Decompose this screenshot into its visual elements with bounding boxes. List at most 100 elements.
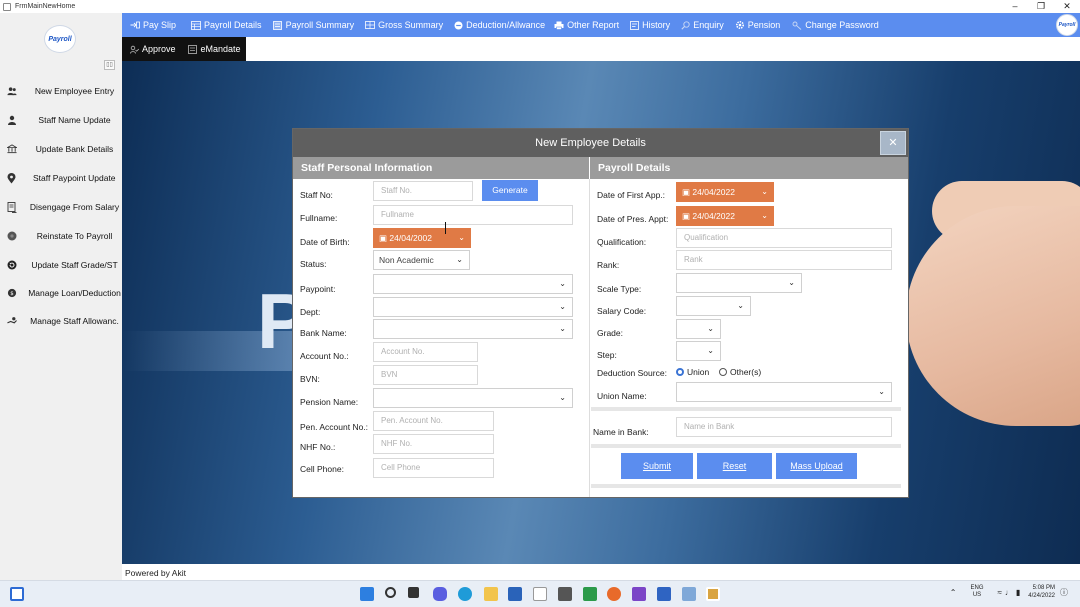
first-app-datepicker[interactable]: ▣ 24/04/2022 ⌄ bbox=[676, 182, 774, 202]
radio-union[interactable]: Union bbox=[676, 367, 709, 377]
menu-deduction-allowance[interactable]: Deduction/Allwance bbox=[453, 20, 545, 30]
staff-no-input[interactable]: Staff No. bbox=[373, 181, 473, 201]
widgets-icon[interactable] bbox=[10, 587, 24, 601]
menu-payroll-summary[interactable]: Payroll Summary bbox=[273, 20, 355, 30]
minimize-button[interactable]: – bbox=[1002, 0, 1028, 13]
menu-change-password[interactable]: Change Password bbox=[792, 20, 879, 30]
status-footer: Powered by Akit bbox=[122, 564, 1080, 580]
dob-datepicker[interactable]: ▣ 24/04/2002 ⌄ bbox=[373, 228, 471, 248]
submit-button[interactable]: Submit bbox=[621, 453, 693, 479]
name-in-bank-input[interactable]: Name in Bank bbox=[676, 417, 892, 437]
menu-history[interactable]: History bbox=[629, 20, 670, 30]
rank-input[interactable]: Rank bbox=[676, 250, 892, 270]
salary-code-select[interactable]: ⌄ bbox=[676, 296, 751, 316]
edge-icon[interactable] bbox=[458, 587, 472, 601]
notification-icon[interactable]: ⓘ bbox=[1060, 587, 1068, 598]
sidebar-item-label: Reinstate To Payroll bbox=[36, 231, 113, 241]
step-label: Step: bbox=[597, 350, 617, 360]
excel-icon[interactable] bbox=[583, 587, 597, 601]
account-no-input[interactable]: Account No. bbox=[373, 342, 478, 362]
menu-gross-summary[interactable]: Gross Summary bbox=[365, 20, 443, 30]
word-icon[interactable] bbox=[657, 587, 671, 601]
sidebar-item-staff-name-update[interactable]: Staff Name Update bbox=[0, 110, 122, 130]
sidebar-item-update-staff-grade[interactable]: Update Staff Grade/ST bbox=[0, 255, 122, 275]
separator bbox=[591, 407, 901, 411]
dept-select[interactable]: ⌄ bbox=[373, 297, 573, 317]
radio-others[interactable]: Other(s) bbox=[719, 367, 761, 377]
close-window-button[interactable]: ✕ bbox=[1054, 0, 1080, 13]
sidebar-item-label: Update Staff Grade/ST bbox=[31, 260, 118, 270]
sidebar-item-disengage-from-salary[interactable]: Disengage From Salary bbox=[0, 197, 122, 217]
maximize-button[interactable]: ❐ bbox=[1028, 0, 1054, 13]
grade-select[interactable]: ⌄ bbox=[676, 319, 721, 339]
firefox-icon[interactable] bbox=[607, 587, 621, 601]
clock-date: 4/24/2022 bbox=[1028, 593, 1055, 599]
fullname-input[interactable]: Fullname bbox=[373, 205, 573, 225]
status-select[interactable]: Non Academic ⌄ bbox=[373, 250, 470, 270]
reset-button[interactable]: Reset bbox=[697, 453, 772, 479]
scale-type-select[interactable]: ⌄ bbox=[676, 273, 802, 293]
sidebar-item-new-employee-entry[interactable]: New Employee Entry bbox=[0, 81, 122, 101]
chevron-down-icon: ⌄ bbox=[878, 387, 885, 396]
payroll-app-icon[interactable] bbox=[706, 587, 720, 601]
nhf-input[interactable]: NHF No. bbox=[373, 434, 494, 454]
menu-pay-slip[interactable]: Pay Slip bbox=[130, 20, 176, 30]
volume-icon[interactable]: ♩ bbox=[1005, 588, 1013, 597]
menu-approve[interactable]: Approve bbox=[129, 44, 176, 54]
step-select[interactable]: ⌄ bbox=[676, 341, 721, 361]
staff-no-label: Staff No: bbox=[300, 190, 333, 200]
visual-studio-icon[interactable] bbox=[632, 587, 646, 601]
sidebar-item-manage-loan-deduction[interactable]: $ Manage Loan/Deduction bbox=[0, 283, 122, 303]
qualification-input[interactable]: Qualification bbox=[676, 228, 892, 248]
sidebar-item-reinstate-to-payroll[interactable]: Reinstate To Payroll bbox=[0, 226, 122, 246]
mass-upload-button[interactable]: Mass Upload bbox=[776, 453, 857, 479]
radio-union-label: Union bbox=[687, 367, 710, 377]
menu-label: History bbox=[642, 20, 671, 30]
search-icon bbox=[680, 20, 690, 30]
menu-emandate[interactable]: eMandate bbox=[188, 44, 241, 54]
pension-name-select[interactable]: ⌄ bbox=[373, 388, 573, 408]
menu-enquiry[interactable]: Enquiry bbox=[680, 20, 724, 30]
union-name-select[interactable]: ⌄ bbox=[676, 382, 892, 402]
battery-icon[interactable]: ▮ bbox=[1016, 588, 1020, 597]
menu-payroll-details[interactable]: Payroll Details bbox=[191, 20, 262, 30]
menu-label: Payroll Summary bbox=[285, 20, 355, 30]
dialog-header: New Employee Details ✕ bbox=[293, 129, 908, 157]
cell-phone-label: Cell Phone: bbox=[300, 464, 344, 474]
sidebar-item-staff-paypoint-update[interactable]: Staff Paypoint Update bbox=[0, 168, 122, 188]
menu-pension[interactable]: Pension bbox=[735, 20, 780, 30]
section-payroll-details: Payroll Details bbox=[590, 157, 908, 179]
pres-appt-datepicker[interactable]: ▣ 24/04/2022 ⌄ bbox=[676, 206, 774, 226]
sidebar-collapse-button[interactable]: ▯▯ bbox=[104, 60, 115, 70]
menu-other-report[interactable]: Other Report bbox=[554, 20, 619, 30]
sidebar-item-update-bank-details[interactable]: Update Bank Details bbox=[0, 139, 122, 159]
task-view-icon[interactable] bbox=[408, 587, 419, 598]
start-icon[interactable] bbox=[360, 587, 374, 601]
bank-name-select[interactable]: ⌄ bbox=[373, 319, 573, 339]
amazon-icon[interactable] bbox=[533, 587, 547, 601]
pen-account-input[interactable]: Pen. Account No. bbox=[373, 411, 494, 431]
clock[interactable]: 5:08 PM 4/24/2022 bbox=[1028, 584, 1055, 600]
chat-icon[interactable] bbox=[433, 587, 447, 601]
cell-phone-input[interactable]: Cell Phone bbox=[373, 458, 494, 478]
language-indicator[interactable]: ENG US bbox=[970, 585, 983, 599]
sidebar-item-manage-staff-allowance[interactable]: Manage Staff Allowanc. bbox=[0, 311, 122, 331]
pres-appt-label: Date of Pres. Appt: bbox=[597, 214, 669, 224]
wifi-icon[interactable]: ≈ bbox=[998, 588, 1002, 597]
bvn-input[interactable]: BVN bbox=[373, 365, 478, 385]
paypoint-select[interactable]: ⌄ bbox=[373, 274, 573, 294]
sidebar-item-label: Disengage From Salary bbox=[29, 202, 120, 212]
dob-label: Date of Birth: bbox=[300, 237, 350, 247]
profile-avatar[interactable]: Payroll bbox=[1056, 14, 1078, 36]
mail-icon[interactable] bbox=[508, 587, 522, 601]
app-icon[interactable] bbox=[682, 587, 696, 601]
dialog-close-button[interactable]: ✕ bbox=[880, 131, 906, 155]
search-icon[interactable] bbox=[385, 587, 396, 598]
radio-indicator-selected bbox=[676, 368, 684, 376]
grade-label: Grade: bbox=[597, 328, 623, 338]
minus-circle-icon bbox=[453, 21, 463, 30]
chevron-up-icon[interactable]: ⌃ bbox=[950, 588, 957, 597]
file-explorer-icon[interactable] bbox=[484, 587, 498, 601]
generate-button[interactable]: Generate bbox=[482, 180, 538, 201]
camera-icon[interactable] bbox=[558, 587, 572, 601]
